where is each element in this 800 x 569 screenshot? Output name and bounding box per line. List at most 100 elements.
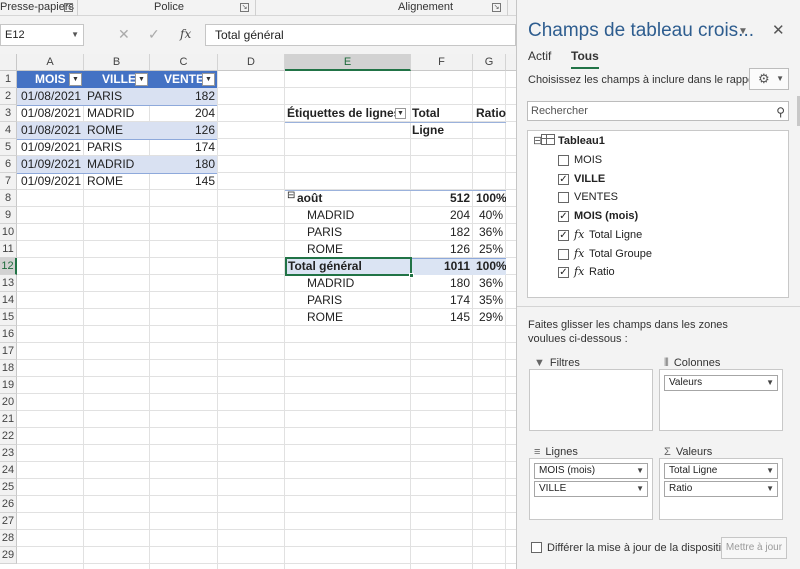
checkbox-unchecked[interactable] [558, 155, 569, 166]
pivot-header-row-labels[interactable]: Étiquettes de lignes ▼ [287, 105, 409, 122]
columns-drop-zone[interactable]: Valeurs ▼ [659, 369, 783, 431]
insert-function-icon[interactable]: fx [180, 27, 191, 41]
pivot-total-value[interactable]: 145 [411, 309, 473, 326]
row-header[interactable]: 16 [0, 326, 17, 343]
cell-ville[interactable]: MADRID [84, 105, 150, 122]
worksheet-grid[interactable]: A B C D E F G 1 2 3 4 5 6 7 8 9 10 11 12 13 14 15 16 17 1… [0, 54, 516, 569]
row-header[interactable]: 25 [0, 479, 17, 496]
table-header-mois[interactable]: MOIS ▼ [17, 71, 84, 88]
chevron-down-icon[interactable]: ▼ [636, 464, 644, 478]
row-header[interactable]: 23 [0, 445, 17, 462]
chevron-down-icon[interactable]: ▼ [71, 25, 79, 45]
select-all-corner[interactable] [0, 54, 17, 71]
column-header-d[interactable]: D [218, 54, 285, 71]
pivot-grand-total-ratio[interactable]: 100% [473, 258, 506, 275]
table-header-ventes[interactable]: VENTES ▼ [150, 71, 217, 88]
pivot-item-label[interactable]: ROME [304, 309, 411, 326]
row-header[interactable]: 5 [0, 139, 17, 156]
area-chip-valeurs[interactable]: Valeurs ▼ [664, 375, 778, 391]
cell-ville[interactable]: MADRID [84, 156, 150, 173]
area-chip-ratio[interactable]: Ratio ▼ [664, 481, 778, 497]
pivot-item-label[interactable]: PARIS [304, 292, 411, 309]
row-header[interactable]: 20 [0, 394, 17, 411]
chevron-down-icon[interactable]: ▼ [766, 482, 774, 496]
enter-icon[interactable]: ✓ [148, 26, 160, 43]
row-header[interactable]: 2 [0, 88, 17, 105]
cell-ventes[interactable]: 204 [150, 105, 218, 122]
area-chip-ville[interactable]: VILLE ▼ [534, 481, 648, 497]
filters-drop-zone[interactable] [529, 369, 653, 431]
row-header[interactable]: 18 [0, 360, 17, 377]
filter-dropdown-icon[interactable]: ▼ [135, 73, 148, 86]
column-header-h[interactable] [506, 54, 516, 71]
defer-update-checkbox[interactable]: Différer la mise à jour de la dispositi.… [531, 542, 730, 554]
row-header[interactable]: 26 [0, 496, 17, 513]
pivot-ratio-value[interactable]: 100% [473, 190, 506, 207]
rows-drop-zone[interactable]: MOIS (mois) ▼ VILLE ▼ [529, 458, 653, 520]
row-header[interactable]: 29 [0, 547, 17, 564]
row-header[interactable]: 12 [0, 258, 17, 275]
fill-handle[interactable] [409, 273, 414, 278]
pivot-total-value[interactable]: 126 [411, 241, 473, 258]
row-header[interactable]: 24 [0, 462, 17, 479]
checkbox-unchecked[interactable] [558, 248, 569, 260]
cell-mois[interactable]: 01/09/2021 [17, 173, 84, 190]
values-drop-zone[interactable]: Total Ligne ▼ Ratio ▼ [659, 458, 783, 520]
cell-ville[interactable]: ROME [84, 173, 150, 190]
column-header-b[interactable]: B [84, 54, 150, 71]
pivot-ratio-value[interactable]: 29% [473, 309, 506, 326]
pivot-total-value[interactable]: 180 [411, 275, 473, 292]
pivot-total-value[interactable]: 204 [411, 207, 473, 224]
cell-mois[interactable]: 01/08/2021 [17, 105, 84, 122]
column-header-g[interactable]: G [473, 54, 506, 71]
pivot-total-value[interactable]: 512 [411, 190, 473, 207]
pivot-total-value[interactable]: 182 [411, 224, 473, 241]
row-header[interactable]: 17 [0, 343, 17, 360]
cell-mois[interactable]: 01/08/2021 [17, 88, 84, 105]
row-header[interactable]: 28 [0, 530, 17, 547]
filter-dropdown-icon[interactable]: ▼ [202, 73, 215, 86]
cell-mois[interactable]: 01/08/2021 [17, 122, 84, 139]
cell-ventes[interactable]: 180 [150, 156, 218, 173]
cell-ventes[interactable]: 174 [150, 139, 218, 156]
checkbox-checked[interactable]: ✓ [558, 211, 569, 223]
chevron-down-icon[interactable]: ▼ [766, 464, 774, 478]
cell-mois[interactable]: 01/09/2021 [17, 139, 84, 156]
cell-ventes[interactable]: 182 [150, 88, 218, 105]
pivot-filter-dropdown-icon[interactable]: ▼ [395, 108, 406, 119]
pivot-group-label[interactable]: août [285, 190, 411, 207]
update-button[interactable]: Mettre à jour [721, 537, 787, 559]
row-header[interactable]: 22 [0, 428, 17, 445]
row-header[interactable]: 10 [0, 224, 17, 241]
cell-mois[interactable]: 01/09/2021 [17, 156, 84, 173]
pivot-grand-total-value[interactable]: 1011 [411, 258, 473, 275]
pivot-ratio-value[interactable]: 36% [473, 275, 506, 292]
pivot-ratio-value[interactable]: 40% [473, 207, 506, 224]
table-node[interactable]: ⊟ Tableau1 [533, 133, 605, 149]
cell-ventes[interactable]: 126 [150, 122, 218, 139]
row-header[interactable]: 3 [0, 105, 17, 122]
table-header-ville[interactable]: VILLE ▼ [84, 71, 150, 88]
checkbox-checked[interactable]: ✓ [558, 173, 569, 185]
row-header[interactable]: 8 [0, 190, 17, 207]
pivot-item-label[interactable]: MADRID [304, 275, 411, 292]
dialog-launcher-icon[interactable]: ↘ [240, 3, 249, 12]
collapse-icon[interactable]: ⊟ [533, 133, 542, 149]
area-chip-mois-mois[interactable]: MOIS (mois) ▼ [534, 463, 648, 479]
close-icon[interactable]: ✕ [772, 21, 785, 39]
row-header[interactable]: 9 [0, 207, 17, 224]
column-header-a[interactable]: A [17, 54, 84, 71]
pivot-item-label[interactable]: ROME [304, 241, 411, 258]
tools-button[interactable]: ⚙ ▼ [749, 68, 789, 90]
collapse-icon[interactable]: ⊟ [287, 190, 295, 201]
row-header[interactable]: 7 [0, 173, 17, 190]
chevron-down-icon[interactable]: ▼ [636, 482, 644, 496]
row-header[interactable]: 11 [0, 241, 17, 258]
column-header-e[interactable]: E [285, 54, 411, 71]
row-header[interactable]: 13 [0, 275, 17, 292]
checkbox-unchecked[interactable] [558, 192, 569, 204]
row-header[interactable]: 4 [0, 122, 17, 139]
pivot-ratio-value[interactable]: 25% [473, 241, 506, 258]
field-search-input[interactable]: Rechercher ⚲ [527, 101, 789, 121]
cell-ville[interactable]: PARIS [84, 139, 150, 156]
